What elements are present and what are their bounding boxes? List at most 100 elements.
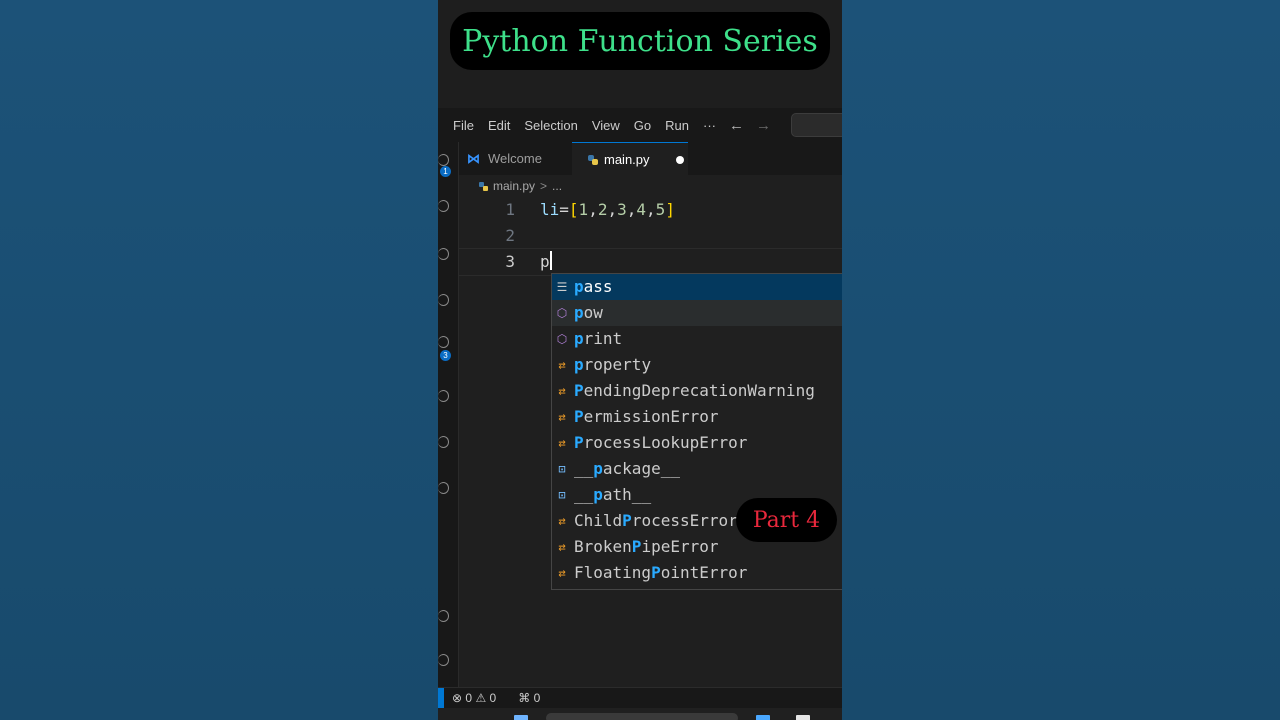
video-title: Python Function Series bbox=[462, 23, 818, 59]
taskbar-app-icon[interactable] bbox=[796, 715, 810, 720]
start-icon[interactable] bbox=[514, 715, 528, 720]
run-debug-icon[interactable] bbox=[438, 294, 449, 306]
unsaved-dot-icon[interactable] bbox=[675, 155, 684, 164]
python-file-icon bbox=[479, 181, 488, 191]
problems-status[interactable]: ⊗ 0 ⚠ 0 bbox=[452, 691, 496, 705]
class-icon: ⇄ bbox=[558, 358, 566, 372]
warning-icon: ⚠ bbox=[475, 691, 487, 705]
testing-icon[interactable] bbox=[438, 436, 449, 448]
autocomplete-suggestions: ☰ p ass ⬡ p ow ⬡ p rint ⇄ p roperty ⇄ PendingDepr… bbox=[551, 273, 842, 590]
line-number: 1 bbox=[505, 200, 515, 219]
source-control-icon[interactable] bbox=[438, 248, 449, 260]
class-icon: ⇄ bbox=[558, 540, 566, 554]
search-icon[interactable] bbox=[438, 200, 449, 212]
function-icon: ⬡ bbox=[556, 306, 568, 320]
background-left bbox=[0, 0, 438, 720]
forward-arrow-icon[interactable]: → bbox=[750, 117, 777, 134]
suggestion-item[interactable]: ⇄ p roperty bbox=[552, 352, 842, 378]
suggestion-item[interactable]: ⬡ p ow bbox=[552, 300, 842, 326]
python-file-icon bbox=[588, 154, 598, 165]
part-label: Part 4 bbox=[752, 507, 821, 533]
menu-more[interactable]: ··· bbox=[696, 118, 723, 133]
tab-main-py-label: main.py bbox=[604, 152, 650, 167]
tab-welcome[interactable]: ⋈ Welcome bbox=[459, 142, 571, 175]
keyword-icon: ☰ bbox=[556, 280, 568, 294]
suggestion-item[interactable]: ⇄ PendingDeprecationWarning bbox=[552, 378, 842, 404]
status-bar: ⊗ 0 ⚠ 0 ⌘ 0 bbox=[438, 687, 842, 708]
docker-icon[interactable] bbox=[438, 482, 449, 494]
error-icon: ⊗ bbox=[452, 691, 463, 705]
code-bracket: [ bbox=[568, 200, 579, 219]
explorer-badge: 1 bbox=[440, 166, 451, 177]
class-icon: ⇄ bbox=[558, 566, 566, 580]
menu-file[interactable]: File bbox=[446, 118, 481, 133]
video-title-banner: Python Function Series bbox=[450, 12, 830, 70]
taskbar-app-icon[interactable] bbox=[756, 715, 770, 720]
vscode-window: Python Function Series File Edit Selecti… bbox=[438, 0, 842, 720]
activity-bar: 1 3 bbox=[438, 142, 458, 687]
part-label-banner: Part 4 bbox=[736, 498, 837, 542]
code-number: 5 bbox=[655, 200, 666, 219]
suggestion-item[interactable]: ⇄ ProcessLookupError bbox=[552, 430, 842, 456]
breadcrumb: main.py > ... bbox=[459, 175, 842, 197]
line-number: 2 bbox=[505, 226, 515, 245]
os-taskbar bbox=[438, 708, 842, 720]
back-arrow-icon[interactable]: ← bbox=[723, 117, 750, 134]
menu-go[interactable]: Go bbox=[627, 118, 658, 133]
class-icon: ⇄ bbox=[558, 410, 566, 424]
variable-icon: ⊡ bbox=[558, 488, 566, 502]
typed-text: p bbox=[540, 252, 550, 271]
extensions-badge: 3 bbox=[440, 350, 451, 361]
settings-gear-icon[interactable] bbox=[438, 654, 449, 666]
variable-icon: ⊡ bbox=[558, 462, 566, 476]
background-right bbox=[842, 0, 1280, 720]
menu-edit[interactable]: Edit bbox=[481, 118, 517, 133]
class-icon: ⇄ bbox=[558, 436, 566, 450]
menu-selection[interactable]: Selection bbox=[517, 118, 584, 133]
explorer-icon[interactable] bbox=[438, 154, 449, 166]
suggestion-item[interactable]: ⊡ __ p ackage__ bbox=[552, 456, 842, 482]
breadcrumb-file[interactable]: main.py bbox=[493, 179, 535, 193]
remote-indicator[interactable] bbox=[438, 688, 444, 708]
suggestion-item[interactable]: ⬡ p rint bbox=[552, 326, 842, 352]
code-number: 3 bbox=[617, 200, 627, 219]
suggestion-item[interactable]: ⇄ Floating PointError bbox=[552, 560, 842, 586]
editor-tabs: ⋈ Welcome main.py bbox=[459, 142, 842, 176]
function-icon: ⬡ bbox=[556, 332, 568, 346]
extensions-icon[interactable] bbox=[438, 336, 449, 348]
tab-welcome-label: Welcome bbox=[488, 151, 542, 166]
ports-count: 0 bbox=[533, 691, 541, 705]
account-icon[interactable] bbox=[438, 610, 449, 622]
code-operator: = bbox=[559, 200, 569, 219]
current-code-line: 3 p bbox=[459, 248, 842, 276]
code-number: 4 bbox=[636, 200, 647, 219]
command-center-search[interactable] bbox=[791, 113, 842, 137]
code-text: li=[1,2,3,4,5] bbox=[540, 200, 675, 219]
text-cursor bbox=[549, 251, 552, 270]
ports-status[interactable]: ⌘ 0 bbox=[518, 691, 540, 705]
suggestion-item[interactable]: ⇄ PermissionError bbox=[552, 404, 842, 430]
class-icon: ⇄ bbox=[558, 384, 566, 398]
taskbar-search[interactable] bbox=[546, 713, 738, 720]
code-line: 1 li=[1,2,3,4,5] bbox=[459, 197, 842, 223]
suggestion-item[interactable]: ☰ p ass bbox=[552, 274, 842, 300]
line-number: 3 bbox=[505, 252, 515, 271]
breadcrumb-rest[interactable]: ... bbox=[552, 179, 562, 193]
menu-bar: File Edit Selection View Go Run ··· ← → bbox=[438, 108, 842, 142]
class-icon: ⇄ bbox=[558, 514, 566, 528]
menu-view[interactable]: View bbox=[585, 118, 627, 133]
remote-explorer-icon[interactable] bbox=[438, 390, 449, 402]
chevron-right-icon: > bbox=[540, 179, 548, 193]
error-count: 0 bbox=[465, 691, 473, 705]
code-bracket: ] bbox=[665, 200, 675, 219]
vscode-icon: ⋈ bbox=[467, 150, 480, 166]
code-variable: li bbox=[540, 200, 560, 219]
tab-main-py[interactable]: main.py bbox=[572, 142, 688, 176]
warning-count: 0 bbox=[489, 691, 497, 705]
menu-run[interactable]: Run bbox=[658, 118, 696, 133]
header-area: Python Function Series bbox=[438, 0, 842, 108]
code-text: p bbox=[540, 249, 552, 275]
code-line: 2 bbox=[459, 223, 842, 249]
broadcast-icon: ⌘ bbox=[518, 691, 531, 705]
code-number: 1 bbox=[578, 200, 589, 219]
